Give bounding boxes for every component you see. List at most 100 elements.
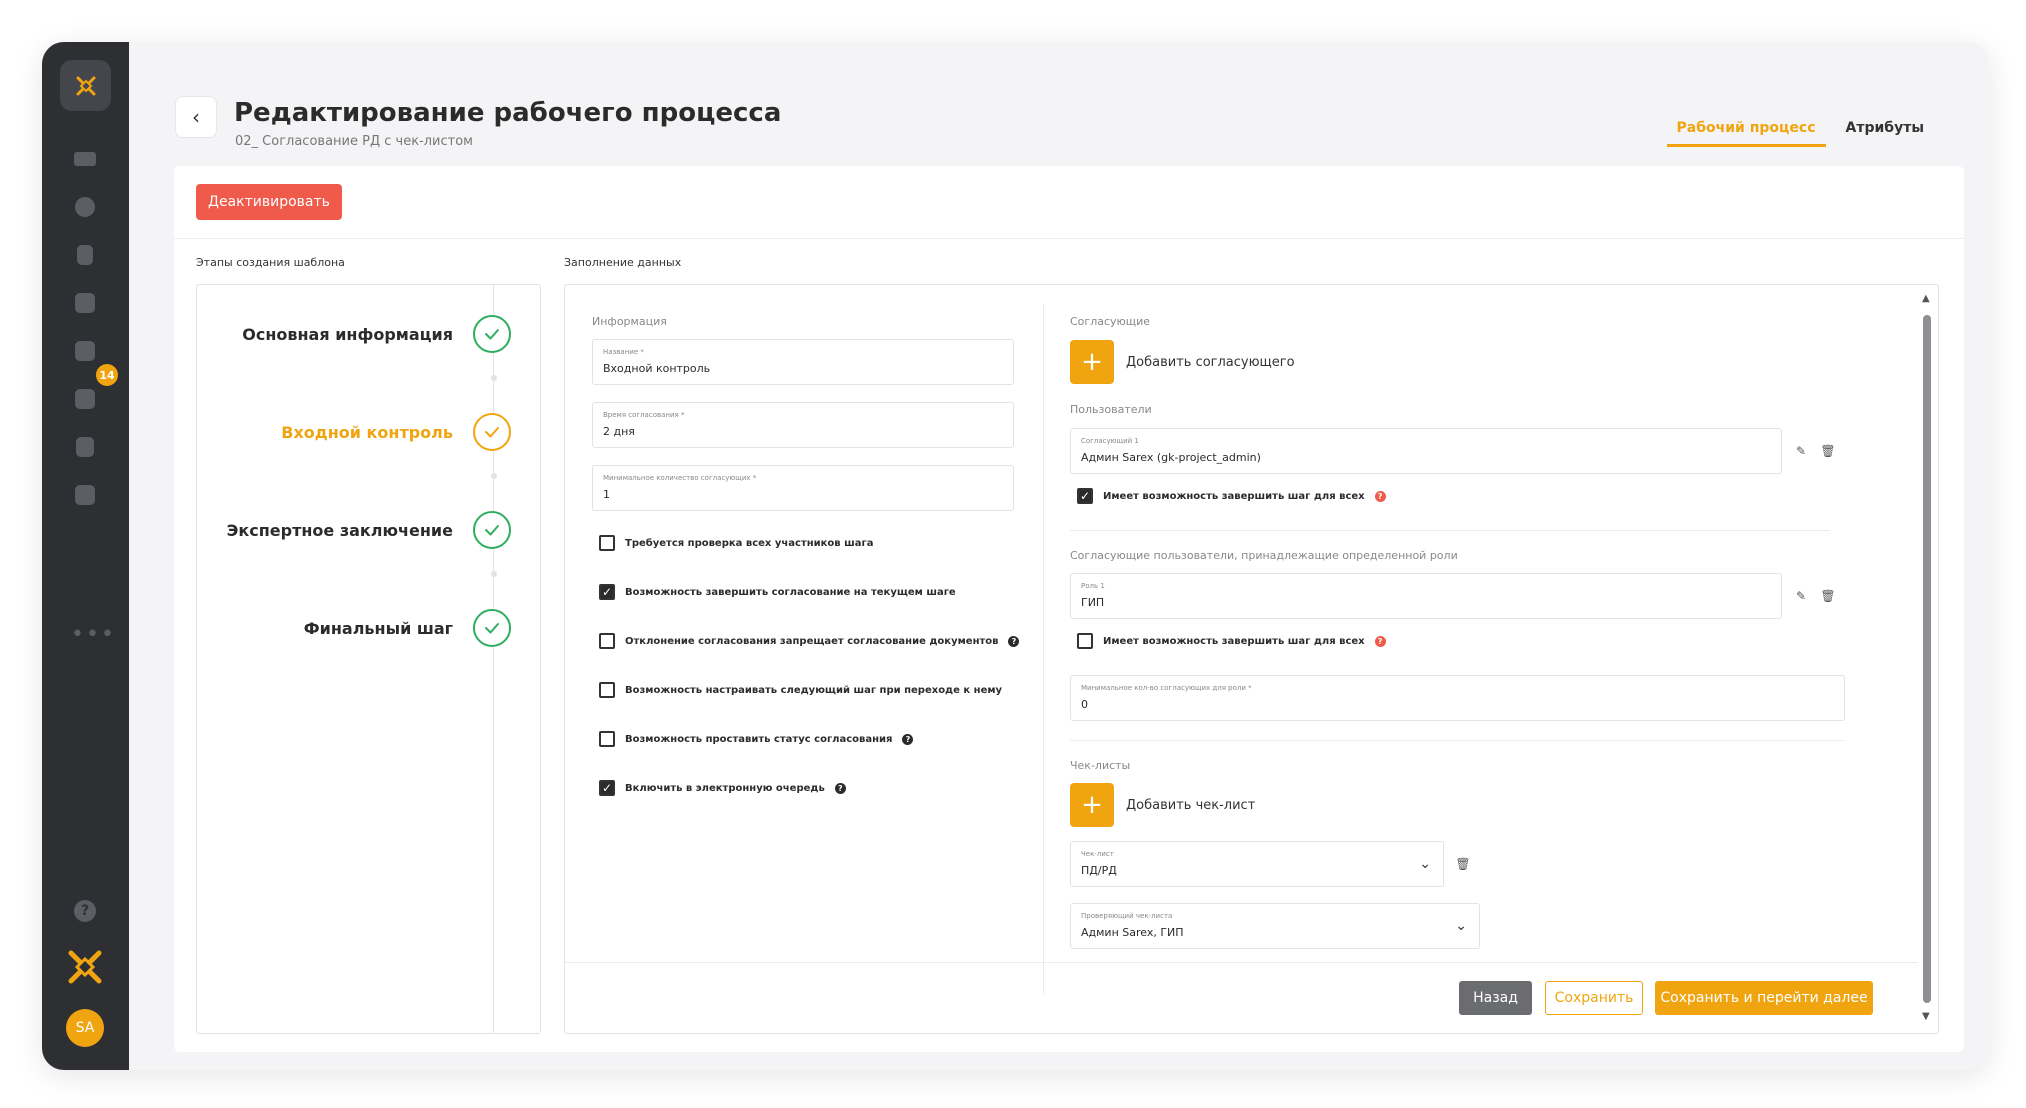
field-label: Роль 1 [1081,582,1105,590]
add-approver-label: Добавить согласующего [1126,354,1295,370]
approver-user-field[interactable]: Согласующий 1 Админ Sarex (gk-project_ad… [1070,428,1782,474]
field-value: Админ Sarex, ГИП [1081,926,1184,939]
save-next-button[interactable]: Сохранить и перейти далее [1655,981,1873,1015]
field-value: Админ Sarex (gk-project_admin) [1081,451,1261,464]
app-logo[interactable] [60,60,111,111]
sidebar: 14 ••• ? SA [42,42,129,1070]
name-field[interactable]: Название * Входной контроль [592,339,1014,385]
deactivate-button[interactable]: Деактивировать [196,184,342,220]
divider [1070,740,1845,741]
trash-icon[interactable]: 🗑 [1455,857,1470,871]
add-checklist-button[interactable]: + [1070,783,1114,827]
checkbox-row[interactable]: Возможность настраивать следующий шаг пр… [599,682,1002,698]
help-icon[interactable]: ? [1008,635,1020,647]
app-window: 14 ••• ? SA ‹ Редактирование рабочего пр… [42,42,1989,1070]
tab-attributes[interactable]: Атрибуты [1836,116,1934,147]
checkbox-label: Имеет возможность завершить шаг для всех [1103,490,1365,502]
sidebar-calendar-icon[interactable] [74,388,96,410]
step-label: Экспертное заключение [226,521,453,540]
add-approver-row[interactable]: + Добавить согласующего [1070,340,1295,384]
checkbox-row[interactable]: Имеет возможность завершить шаг для всех… [1077,633,1386,649]
save-button[interactable]: Сохранить [1545,981,1643,1015]
sidebar-document-icon[interactable] [74,244,96,266]
divider [174,238,1964,239]
step-item[interactable]: Экспертное заключение [197,511,540,551]
checkbox[interactable] [599,584,615,600]
check-circle-icon [473,413,511,451]
help-icon[interactable]: ? [74,900,96,922]
chevron-left-icon: ‹ [192,105,200,129]
user-avatar[interactable]: SA [66,1009,104,1047]
page-subtitle: 02_ Согласование РД с чек-листом [235,134,473,149]
checkbox[interactable] [599,780,615,796]
column-divider [1043,305,1044,995]
sidebar-chart-icon[interactable] [74,484,96,506]
back-button[interactable]: Назад [1459,981,1532,1015]
checklist-reviewer-select[interactable]: Проверяющий чек-листа Админ Sarex, ГИП ⌄ [1070,903,1480,949]
scroll-up-icon[interactable]: ▲ [1922,293,1930,304]
checkbox[interactable] [599,633,615,649]
checkbox-row[interactable]: Включить в электронную очередь ? [599,780,846,796]
roles-label: Согласующие пользователи, принадлежащие … [1070,549,1458,562]
add-approver-button[interactable]: + [1070,340,1114,384]
checkbox[interactable] [599,682,615,698]
step-label: Финальный шаг [303,619,453,638]
form-section-label: Заполнение данных [564,256,682,269]
scroll-down-icon[interactable]: ▼ [1922,1011,1930,1022]
sidebar-building-icon[interactable] [74,436,96,458]
back-arrow-button[interactable]: ‹ [175,96,217,138]
role-field[interactable]: Роль 1 ГИП [1070,573,1782,619]
footer-divider [565,962,1918,963]
scroll-thumb[interactable] [1923,315,1931,1003]
min-approvers-field[interactable]: Минимальное количество согласующих * 1 [592,465,1014,511]
step-item[interactable]: Финальный шаг [197,609,540,649]
brand-icon [65,947,105,987]
checkbox[interactable] [599,731,615,747]
header-tabs: Рабочий процесс Атрибуты [1666,116,1934,147]
step-item[interactable]: Основная информация [197,315,540,355]
step-label: Входной контроль [281,423,453,442]
sidebar-video-icon[interactable] [74,148,96,170]
step-connector [491,375,497,381]
logo-icon [76,76,95,95]
checklist-select[interactable]: Чек-лист ПД/РД ⌄ [1070,841,1444,887]
checkbox-label: Возможность завершить согласование на те… [625,586,956,598]
trash-icon[interactable]: 🗑 [1820,589,1835,603]
scrollbar[interactable]: ▲ ▼ [1920,293,1934,1027]
checkbox-label: Имеет возможность завершить шаг для всех [1103,635,1365,647]
checkbox[interactable] [599,535,615,551]
help-icon[interactable]: ? [1374,490,1386,502]
help-icon[interactable]: ? [834,782,846,794]
field-value: ПД/РД [1081,864,1117,877]
add-checklist-row[interactable]: + Добавить чек-лист [1070,783,1255,827]
checkbox-row[interactable]: Имеет возможность завершить шаг для всех… [1077,488,1386,504]
checkbox-label: Включить в электронную очередь [625,782,825,794]
checkbox-row[interactable]: Требуется проверка всех участников шага [599,535,873,551]
help-icon[interactable]: ? [902,733,914,745]
edit-icon[interactable]: ✎ [1794,589,1808,603]
edit-icon[interactable]: ✎ [1794,444,1808,458]
checkbox-row[interactable]: Отклонение согласования запрещает соглас… [599,633,1020,649]
check-circle-icon [473,609,511,647]
checkbox[interactable] [1077,633,1093,649]
approval-time-field[interactable]: Время согласования * 2 дня [592,402,1014,448]
help-icon[interactable]: ? [1374,635,1386,647]
sidebar-more-icon[interactable]: ••• [71,622,116,647]
step-connector [491,473,497,479]
field-label: Чек-лист [1081,850,1114,858]
trash-icon[interactable]: 🗑 [1820,444,1835,458]
sidebar-tasks-icon[interactable] [74,340,96,362]
checkbox-row[interactable]: Возможность проставить статус согласован… [599,731,914,747]
field-value: ГИП [1081,596,1105,609]
step-item-active[interactable]: Входной контроль [197,413,540,453]
tab-workflow[interactable]: Рабочий процесс [1666,116,1826,147]
min-role-approvers-field[interactable]: Минимальное кол-во согласующих для роли … [1070,675,1845,721]
sidebar-clock-icon[interactable] [74,196,96,218]
main-card: Деактивировать Этапы создания шаблона За… [174,166,1964,1052]
sidebar-alert-icon[interactable] [74,292,96,314]
field-label: Проверяющий чек-листа [1081,912,1173,920]
checkbox-label: Требуется проверка всех участников шага [625,537,874,549]
checkbox-row[interactable]: Возможность завершить согласование на те… [599,584,956,600]
checkbox[interactable] [1077,488,1093,504]
form-panel: Информация Название * Входной контроль В… [564,284,1939,1034]
